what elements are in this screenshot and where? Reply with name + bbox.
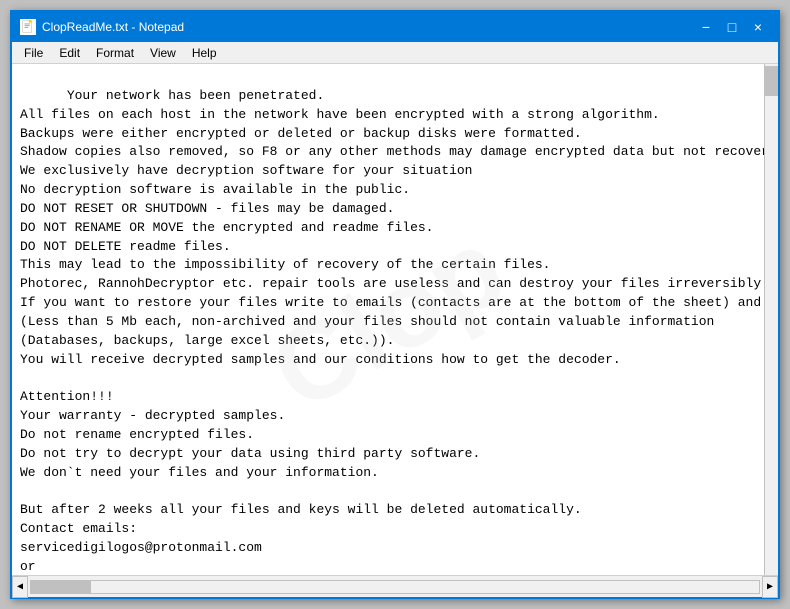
vertical-scrollbar[interactable] (764, 64, 778, 575)
window-controls: − □ × (694, 17, 770, 37)
scroll-left-button[interactable]: ◀ (12, 576, 28, 598)
notepad-window: ClopReadMe.txt - Notepad − □ × File Edit… (10, 10, 780, 599)
watermark-bg: Clop (242, 189, 533, 449)
editor-area: ClopYour network has been penetrated. Al… (12, 64, 778, 575)
menu-edit[interactable]: Edit (51, 44, 88, 62)
scrollbar-track-horizontal[interactable] (30, 580, 760, 594)
menu-bar: File Edit Format View Help (12, 42, 778, 64)
menu-format[interactable]: Format (88, 44, 142, 62)
notepad-icon (20, 19, 36, 35)
close-button[interactable]: × (746, 17, 770, 37)
window-title: ClopReadMe.txt - Notepad (42, 20, 694, 34)
menu-view[interactable]: View (142, 44, 184, 62)
menu-help[interactable]: Help (184, 44, 225, 62)
scrollbar-thumb-vertical[interactable] (765, 66, 778, 96)
text-editor[interactable]: ClopYour network has been penetrated. Al… (12, 64, 764, 575)
scrollbar-thumb-horizontal[interactable] (31, 581, 91, 593)
status-bar: ◀ ▶ (12, 575, 778, 597)
menu-file[interactable]: File (16, 44, 51, 62)
maximize-button[interactable]: □ (720, 17, 744, 37)
minimize-button[interactable]: − (694, 17, 718, 37)
horizontal-scrollbar[interactable]: ◀ ▶ (12, 576, 778, 597)
scroll-right-button[interactable]: ▶ (762, 576, 778, 598)
title-bar: ClopReadMe.txt - Notepad − □ × (12, 12, 778, 42)
